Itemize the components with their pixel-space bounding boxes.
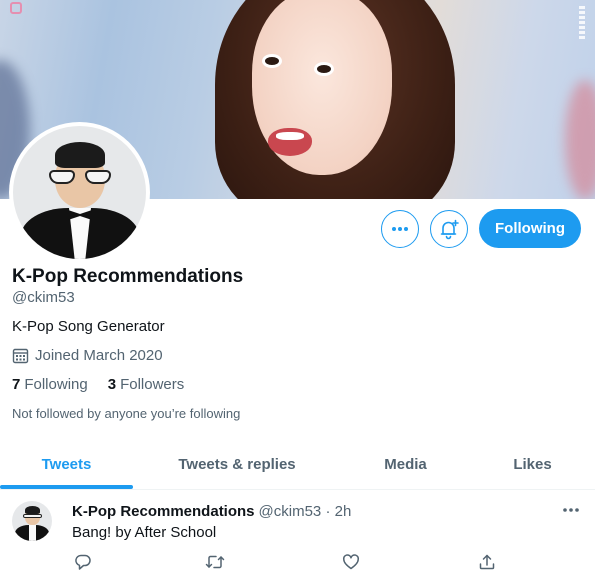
following-label: Following <box>24 376 88 393</box>
calendar-icon <box>12 347 29 364</box>
tweet-text: Bang! by After School <box>72 524 217 541</box>
banner-figure-right <box>565 80 595 199</box>
avatar-image <box>13 126 146 259</box>
notify-button[interactable] <box>430 210 468 248</box>
tweet-avatar[interactable] <box>12 501 52 541</box>
profile-bio: K-Pop Song Generator <box>12 318 165 335</box>
tweet-author[interactable]: K-Pop Recommendations <box>72 503 255 520</box>
more-button[interactable] <box>381 210 419 248</box>
share-icon[interactable] <box>476 551 498 573</box>
tweet-meta: @ckim53 · 2h <box>258 503 352 520</box>
more-icon <box>391 220 409 238</box>
tab-tweets[interactable]: Tweets <box>0 440 133 489</box>
profile-handle: @ckim53 <box>12 289 75 306</box>
followers-label: Followers <box>120 376 185 393</box>
followers-count: 3 <box>107 376 117 393</box>
profile-page: Following K-Pop Recommendations @ckim53 … <box>0 0 595 582</box>
banner-mouth <box>268 128 312 156</box>
following-count: 7 <box>12 376 21 393</box>
tab-tweets-replies[interactable]: Tweets & replies <box>133 440 341 489</box>
profile-stats: 7 Following 3 Followers <box>12 376 184 393</box>
tweet-more-icon[interactable] <box>562 501 580 519</box>
avatar-sunglasses <box>49 170 111 184</box>
banner-watermark-icon <box>10 2 22 14</box>
tab-likes[interactable]: Likes <box>470 440 595 489</box>
avatar-hair <box>55 142 105 168</box>
banner-side-watermark <box>579 6 585 40</box>
tweet-actions <box>72 551 502 573</box>
joined-text: Joined March 2020 <box>35 347 163 364</box>
banner-eye-left <box>262 54 282 68</box>
not-followed-note: Not followed by anyone you’re following <box>12 406 241 421</box>
tab-media[interactable]: Media <box>341 440 470 489</box>
banner-eye-right <box>314 62 334 76</box>
following-stat[interactable]: 7 Following <box>12 376 88 393</box>
profile-tabs: Tweets Tweets & replies Media Likes <box>0 440 595 490</box>
profile-joined: Joined March 2020 <box>12 347 163 364</box>
reply-icon[interactable] <box>72 551 94 573</box>
bell-plus-icon <box>438 218 460 240</box>
tweet-header: K-Pop Recommendations @ckim53 · 2h <box>72 503 351 520</box>
profile-avatar[interactable] <box>9 122 150 263</box>
like-icon[interactable] <box>340 551 362 573</box>
retweet-icon[interactable] <box>204 551 226 573</box>
tweet[interactable]: K-Pop Recommendations @ckim53 · 2h Bang!… <box>0 491 595 582</box>
followers-stat[interactable]: 3 Followers <box>108 376 185 393</box>
following-button[interactable]: Following <box>479 209 581 248</box>
profile-name: K-Pop Recommendations <box>12 266 244 287</box>
